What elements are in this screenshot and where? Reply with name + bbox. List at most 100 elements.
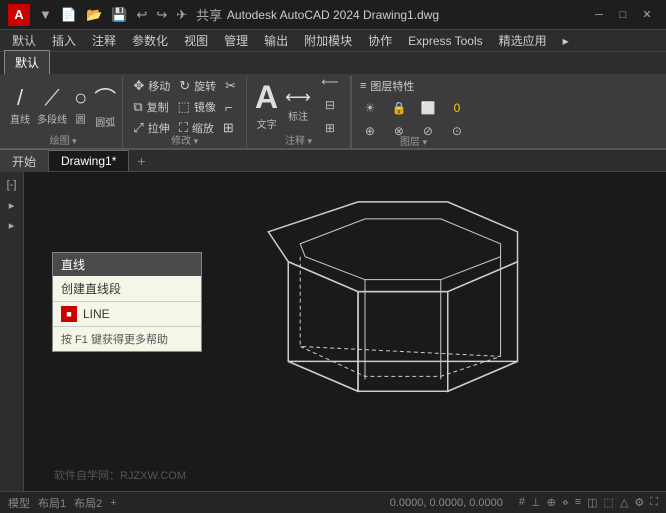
annotate-scale-icon[interactable]: △ xyxy=(620,496,628,509)
copy-icon: ⧉ xyxy=(133,99,142,115)
lt-arrow2[interactable]: ▸ xyxy=(2,216,22,234)
ribbon-content: / 直线 ⟋ 多段线 ○ 圆 ⌒ 圆弧 绘图 xyxy=(0,74,666,150)
arc-label: 圆弧 xyxy=(95,114,115,129)
qt-share[interactable]: 共享 xyxy=(193,3,225,26)
layer-prop-icon: ≡ xyxy=(360,80,366,92)
dimension-icon: ⟷ xyxy=(285,87,311,108)
drawing-tab[interactable]: Drawing1* xyxy=(49,150,129,171)
tab-strip: 开始 Drawing1* + xyxy=(0,150,666,172)
context-item-create[interactable]: 创建直线段 xyxy=(53,276,201,301)
annotation-tools: A 文字 ⟷ 标注 ⟵ ⊟ ⊞ xyxy=(253,76,344,134)
menu-manage[interactable]: 管理 xyxy=(216,30,256,51)
lt-arrow1[interactable]: ▸ xyxy=(2,196,22,214)
layout1[interactable]: 布局1 xyxy=(38,495,66,511)
menu-output[interactable]: 输出 xyxy=(256,30,296,51)
close-button[interactable]: ✕ xyxy=(636,6,658,24)
fillet-icon: ⌐ xyxy=(225,100,233,115)
qt-open[interactable]: 📂 xyxy=(83,5,105,25)
maximize-button[interactable]: □ xyxy=(612,6,634,24)
arc-tool[interactable]: ⌒ 圆弧 xyxy=(92,80,118,131)
layer-row2: ☀ 🔒 ⬜ 0 xyxy=(356,97,471,119)
ribbon-draw-group: / 直线 ⟋ 多段线 ○ 圆 ⌒ 圆弧 绘图 xyxy=(4,76,123,148)
grid-icon[interactable]: # xyxy=(519,496,525,509)
menu-addons[interactable]: 附加模块 xyxy=(296,30,360,51)
polyline-tool[interactable]: ⟋ 多段线 xyxy=(35,83,69,128)
modify-row2: ⧉ 复制 ⬚ 镜像 ⌐ xyxy=(129,97,240,117)
layer-btn4[interactable]: 0 xyxy=(443,97,471,119)
canvas-area: 直线 创建直线段 ■ LINE 按 F1 键获得更多帮助 软件自学网：RJZXW… xyxy=(24,172,666,491)
lineweight-icon[interactable]: ≡ xyxy=(575,496,581,509)
rotate-btn[interactable]: ↻ 旋转 xyxy=(175,76,220,96)
qt-publish[interactable]: ✈ xyxy=(173,5,190,25)
qt-undo[interactable]: ↩ xyxy=(133,5,150,25)
menu-more[interactable]: ▸ xyxy=(555,32,577,50)
menu-bar: 默认 插入 注释 参数化 视图 管理 输出 附加模块 协作 Express To… xyxy=(0,30,666,52)
drawing-area[interactable]: [-] ▸ ▸ xyxy=(0,172,666,491)
text-tool[interactable]: A 文字 xyxy=(253,77,280,133)
lt-bracket[interactable]: [-] xyxy=(2,176,22,194)
layer-btn3[interactable]: ⬜ xyxy=(414,97,442,119)
ortho-icon[interactable]: ⊥ xyxy=(531,496,541,509)
fullscreen-icon[interactable]: ⛶ xyxy=(650,496,658,509)
dimension-tool[interactable]: ⟷ 标注 xyxy=(283,85,313,125)
minimize-button[interactable]: ─ xyxy=(588,6,610,24)
layer-btn2[interactable]: 🔒 xyxy=(385,97,413,119)
line-tool[interactable]: / 直线 xyxy=(8,83,32,128)
rotate-icon: ↻ xyxy=(179,78,190,94)
copy-btn[interactable]: ⧉ 复制 xyxy=(129,97,172,117)
menu-view[interactable]: 视图 xyxy=(176,30,216,51)
mirror-icon: ⬚ xyxy=(178,99,190,115)
line-label: 直线 xyxy=(10,111,30,126)
selection-icon[interactable]: ⬚ xyxy=(604,496,614,509)
move-btn[interactable]: ✥ 移动 xyxy=(129,76,174,96)
circle-tool[interactable]: ○ 圆 xyxy=(72,83,89,128)
layout2[interactable]: 布局2 xyxy=(74,495,102,511)
qt-new[interactable]: 📄 xyxy=(58,5,80,25)
status-plus[interactable]: + xyxy=(110,497,116,509)
ribbon-modify-group: ✥ 移动 ↻ 旋转 ✂ ⧉ 复制 xyxy=(123,76,247,148)
dimension-label: 标注 xyxy=(288,108,308,123)
layer-prop-btn[interactable]: ≡ 图层特性 xyxy=(356,76,471,96)
menu-collab[interactable]: 协作 xyxy=(360,30,400,51)
menu-featured[interactable]: 精选应用 xyxy=(491,30,555,51)
layer-group-label: 图层 xyxy=(352,133,475,148)
ribbon-layer-group: ≡ 图层特性 ☀ 🔒 ⬜ 0 ⊕ ⊗ ⊘ ⊙ 图层 xyxy=(351,76,475,148)
copy-label: 复制 xyxy=(147,99,169,115)
status-bar: 模型 布局1 布局2 + 0.0000, 0.0000, 0.0000 # ⊥ … xyxy=(0,491,666,513)
context-header: 直线 xyxy=(53,253,201,276)
fillet-btn[interactable]: ⌐ xyxy=(221,97,237,117)
text-icon: A xyxy=(255,79,278,116)
qt-redo[interactable]: ↪ xyxy=(153,5,170,25)
model-space[interactable]: 模型 xyxy=(8,495,30,511)
command-icon: ■ xyxy=(61,306,77,322)
menu-annotate[interactable]: 注释 xyxy=(84,30,124,51)
qt-dropdown[interactable]: ▼ xyxy=(36,5,55,24)
menu-express[interactable]: Express Tools xyxy=(400,32,490,50)
mirror-btn[interactable]: ⬚ 镜像 xyxy=(174,97,220,117)
menu-parametric[interactable]: 参数化 xyxy=(124,30,176,51)
command-name: LINE xyxy=(83,307,110,321)
modify-tools: ✥ 移动 ↻ 旋转 ✂ ⧉ 复制 xyxy=(129,76,240,134)
workspace-icon[interactable]: ⚙ xyxy=(634,496,644,509)
transparency-icon[interactable]: ◫ xyxy=(587,496,597,509)
circle-label: 圆 xyxy=(76,111,86,126)
trim-btn[interactable]: ✂ xyxy=(221,76,240,96)
context-menu: 直线 创建直线段 ■ LINE 按 F1 键获得更多帮助 xyxy=(52,252,202,352)
start-tab[interactable]: 开始 xyxy=(0,149,49,173)
new-tab-button[interactable]: + xyxy=(129,150,153,172)
menu-default[interactable]: 默认 xyxy=(4,30,44,51)
polyline-icon: ⟋ xyxy=(44,85,59,111)
menu-insert[interactable]: 插入 xyxy=(44,30,84,51)
polyline-label: 多段线 xyxy=(37,111,67,126)
window-controls: ─ □ ✕ xyxy=(588,6,658,24)
anno-btn2[interactable]: ⊟ xyxy=(316,94,344,116)
watermark: 软件自学网：RJZXW.COM xyxy=(54,467,186,483)
layer-btn1[interactable]: ☀ xyxy=(356,97,384,119)
left-toolbar: [-] ▸ ▸ xyxy=(0,172,24,491)
layer-prop-label: 图层特性 xyxy=(370,78,414,94)
tab-default[interactable]: 默认 xyxy=(4,50,50,74)
anno-btn1[interactable]: ⟵ xyxy=(316,71,344,93)
qt-save[interactable]: 💾 xyxy=(108,5,130,25)
snap-icon[interactable]: ⋄ xyxy=(562,496,569,509)
polar-icon[interactable]: ⊕ xyxy=(547,496,556,509)
